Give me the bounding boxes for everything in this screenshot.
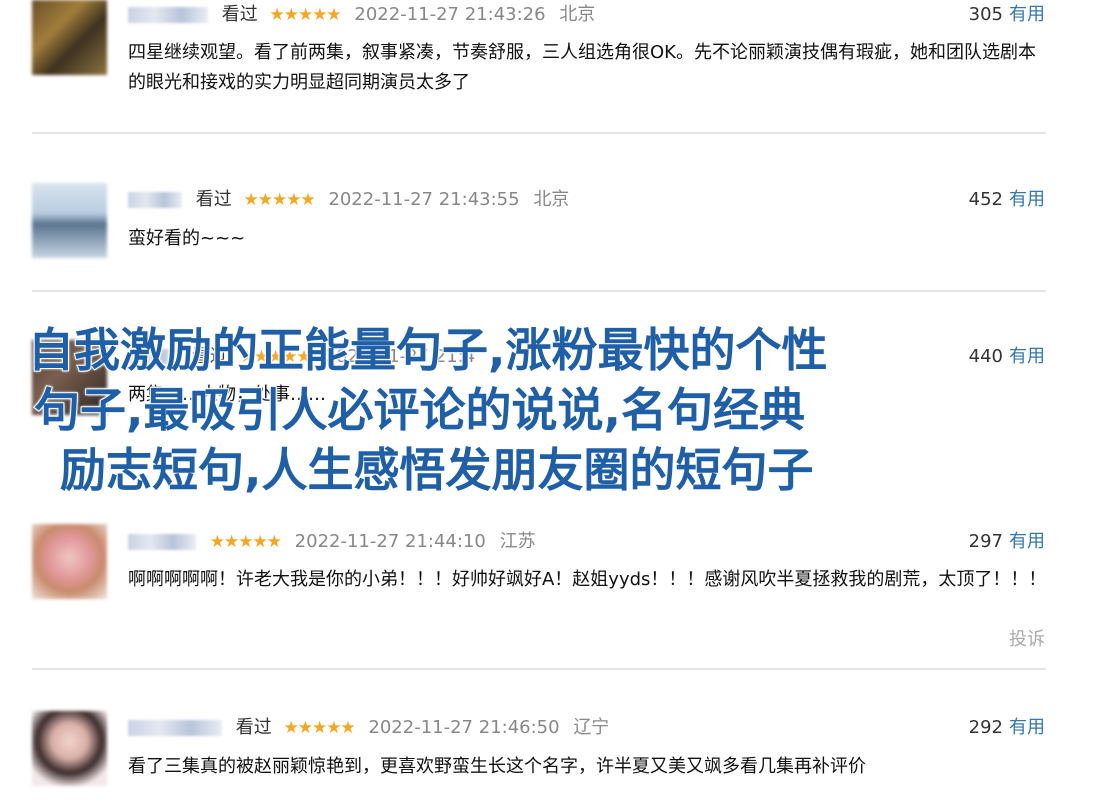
useful-button[interactable]: 有用 bbox=[1009, 531, 1045, 552]
vote-area: 297 有用 bbox=[969, 527, 1045, 557]
overlay-line-3: 励志短句,人生感悟发朋友圈的短句子 bbox=[59, 442, 814, 498]
rating-stars: ★★★★★ bbox=[209, 532, 282, 552]
comment-meta: 看过 ★★★★★ 2022-11-27 21:43:26 北京 bbox=[128, 0, 595, 30]
overlay-line-1: 自我激励的正能量句子,涨粉最快的个性 bbox=[27, 322, 828, 378]
vote-area: 292 有用 bbox=[969, 713, 1045, 743]
avatar[interactable] bbox=[32, 524, 107, 599]
avatar[interactable] bbox=[32, 0, 107, 75]
useful-button[interactable]: 有用 bbox=[1009, 189, 1045, 210]
comment-location: 北京 bbox=[559, 4, 596, 25]
rating-stars: ★★★★★ bbox=[243, 190, 315, 210]
comment-location: 辽宁 bbox=[573, 717, 610, 738]
watched-label: 看过 bbox=[195, 189, 232, 210]
vote-area: 452 有用 bbox=[969, 185, 1045, 215]
avatar[interactable] bbox=[32, 711, 107, 786]
watched-label: 看过 bbox=[235, 717, 272, 738]
useful-button[interactable]: 有用 bbox=[1009, 4, 1045, 25]
comment-location: 江苏 bbox=[499, 531, 536, 552]
comment-meta: 看过 ★★★★★ 2022-11-27 21:46:50 辽宁 bbox=[128, 713, 609, 743]
useful-button[interactable]: 有用 bbox=[1009, 717, 1045, 738]
vote-area: 305 有用 bbox=[969, 0, 1045, 30]
vote-count: 452 bbox=[968, 189, 1003, 210]
comment-time: 2022-11-27 21:43:26 bbox=[354, 4, 546, 25]
report-link[interactable]: 投诉 bbox=[1009, 625, 1045, 651]
rating-stars: ★★★★★ bbox=[269, 5, 341, 25]
comment-location: 北京 bbox=[533, 189, 570, 210]
comment-time: 2022-11-27 21:44:10 bbox=[294, 531, 486, 552]
comment-time: 2022-11-27 21:43:55 bbox=[328, 189, 520, 210]
vote-count: 297 bbox=[968, 531, 1003, 552]
vote-count: 292 bbox=[968, 717, 1003, 738]
divider bbox=[32, 132, 1046, 134]
avatar[interactable] bbox=[32, 183, 107, 258]
comment-time: 2022-11-27 21:46:50 bbox=[368, 717, 560, 738]
watched-label: 看过 bbox=[221, 4, 258, 25]
username[interactable] bbox=[128, 192, 182, 208]
comment-text: 啊啊啊啊啊！许老大我是你的小弟！！！好帅好飒好A！赵姐yyds！！！感谢风吹半夏… bbox=[128, 569, 1047, 590]
divider bbox=[32, 668, 1046, 670]
comment-meta: ★★★★★ 2022-11-27 21:44:10 江苏 bbox=[128, 527, 536, 557]
comment-text: 看了三集真的被赵丽颖惊艳到，更喜欢野蛮生长这个名字，许半夏又美又飒多看几集再补评… bbox=[128, 756, 866, 777]
rating-stars: ★★★★★ bbox=[283, 718, 355, 738]
username[interactable] bbox=[128, 720, 222, 736]
username[interactable] bbox=[128, 7, 208, 23]
username[interactable] bbox=[128, 534, 196, 550]
overlay-headline: 自我激励的正能量句子,涨粉最快的个性 句子,最吸引人必评论的说说,名句经典 励志… bbox=[0, 320, 1101, 500]
comment-text: 蛮好看的~~~ bbox=[128, 228, 246, 249]
vote-count: 305 bbox=[968, 4, 1003, 25]
comment-meta: 看过 ★★★★★ 2022-11-27 21:43:55 北京 bbox=[128, 185, 569, 215]
divider bbox=[32, 290, 1046, 292]
overlay-line-2: 句子,最吸引人必评论的说说,名句经典 bbox=[33, 382, 806, 438]
comment-text: 四星继续观望。看了前两集，叙事紧凑，节奏舒服，三人组选角很OK。先不论丽颖演技偶… bbox=[128, 42, 1036, 93]
